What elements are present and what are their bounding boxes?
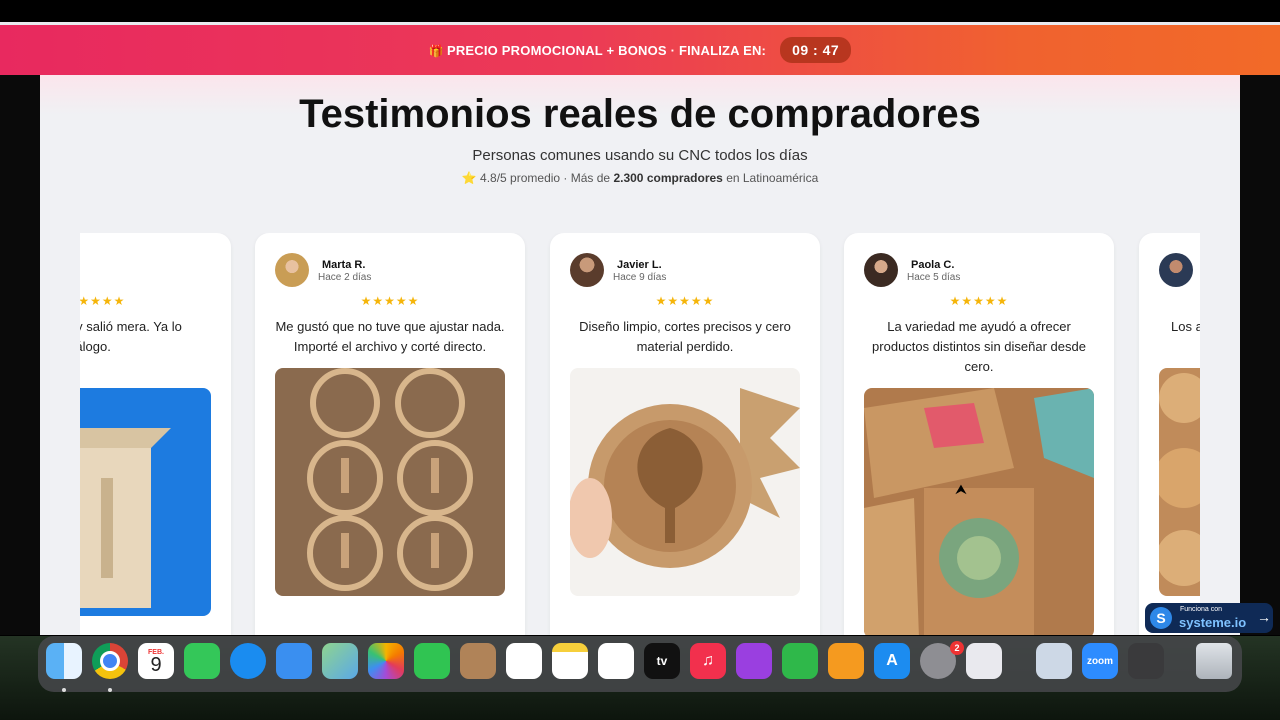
photos-icon[interactable]: [368, 643, 404, 679]
freeform-icon[interactable]: [598, 643, 634, 679]
review-time: Hace 5 días: [907, 272, 961, 283]
systeme-logo-icon: S: [1150, 607, 1172, 629]
trash-icon[interactable]: [1196, 643, 1232, 679]
running-indicator: [62, 688, 66, 692]
section-subtitle: Personas comunes usando su CNC todos los…: [472, 147, 808, 164]
messages-icon[interactable]: [184, 643, 220, 679]
avatar: [864, 253, 898, 287]
countdown-timer: 09 : 47: [780, 37, 852, 63]
testimonial-quote: Diseño limpio, cortes precisos y cero ma…: [579, 319, 791, 354]
reminders-icon[interactable]: [506, 643, 542, 679]
product-photo: [80, 388, 211, 616]
star-rating: ★★★★★: [949, 294, 1009, 308]
calendar-icon[interactable]: FEB. 9: [138, 643, 174, 679]
star-rating: ★★★★★: [655, 294, 715, 308]
running-indicator: [108, 688, 112, 692]
preview-icon[interactable]: [1036, 643, 1072, 679]
star-rating: ★★★★★: [80, 294, 126, 308]
testimonial-quote: La variedad me ayudó a ofrecer productos…: [872, 319, 1086, 374]
testimonial-card[interactable]: . ★★★★★ eño en MDF y salió mera. Ya lo s…: [80, 233, 231, 635]
contacts-icon[interactable]: [460, 643, 496, 679]
notification-badge: 2: [950, 641, 964, 655]
finder-icon[interactable]: [46, 643, 82, 679]
iphone-mirroring-icon[interactable]: [966, 643, 1002, 679]
star-rating: ★★★★★: [360, 294, 420, 308]
review-time: Hace 9 días: [613, 272, 667, 283]
product-photo: [570, 368, 800, 596]
avatar: [570, 253, 604, 287]
arrow-right-icon: →: [1257, 609, 1271, 625]
appletv-icon[interactable]: tv: [644, 643, 680, 679]
testimonial-card[interactable]: Los a l: [1139, 233, 1200, 635]
maps-icon[interactable]: [322, 643, 358, 679]
testimonial-quote: Los a l: [1171, 319, 1200, 334]
zoom-icon[interactable]: zoom: [1082, 643, 1118, 679]
testimonial-carousel[interactable]: . ★★★★★ eño en MDF y salió mera. Ya lo s…: [80, 233, 1200, 635]
testimonial-quote: Me gustó que no tuve que ajustar nada. I…: [275, 319, 505, 354]
reviewer-name: Marta R.: [322, 259, 366, 271]
star-icon: ⭐: [461, 171, 477, 185]
top-bar: [0, 0, 1280, 24]
numbers-icon[interactable]: [782, 643, 818, 679]
promo-label: PRECIO PROMOCIONAL + BONOS · FINALIZA EN…: [446, 42, 767, 58]
product-photo: [275, 368, 505, 596]
testimonial-card[interactable]: Paola C. Hace 5 días ★★★★★ La variedad m…: [844, 233, 1114, 635]
reviewer-name: Javier L.: [617, 259, 662, 271]
appstore-icon[interactable]: A: [874, 643, 910, 679]
music-icon[interactable]: ♫: [690, 643, 726, 679]
notes-icon[interactable]: [552, 643, 588, 679]
chrome-icon[interactable]: [92, 643, 128, 679]
promo-text: 🎁 PRECIO PROMOCIONAL + BONOS · FINALIZA E…: [429, 43, 766, 58]
podcasts-icon[interactable]: [736, 643, 772, 679]
mouse-cursor: ⮝: [955, 481, 967, 497]
calculator-icon[interactable]: [1128, 643, 1164, 679]
facetime-icon[interactable]: [414, 643, 450, 679]
section-title: Testimonios reales de compradores: [299, 92, 981, 136]
product-photo: [864, 388, 1094, 635]
pages-icon[interactable]: [828, 643, 864, 679]
gift-icon: 🎁: [428, 43, 444, 58]
review-time: Hace 2 días: [318, 272, 372, 283]
testimonial-card[interactable]: Javier L. Hace 9 días ★★★★★ Diseño limpi…: [550, 233, 820, 635]
reviewer-name: Paola C.: [911, 259, 955, 271]
left-gutter: [0, 75, 40, 635]
avatar: [275, 253, 309, 287]
testimonial-quote: eño en MDF y salió mera. Ya lo sumé a mi…: [80, 319, 182, 354]
right-gutter: [1240, 75, 1280, 635]
systeme-small-text: Funciona con: [1180, 606, 1223, 613]
rating-suffix: en Latinoamérica: [726, 171, 819, 185]
calendar-day: 9: [150, 653, 162, 676]
testimonials-section: Testimonios reales de compradores Person…: [40, 75, 1240, 635]
rating-count: 2.300 compradores: [613, 171, 723, 185]
avatar: [1159, 253, 1193, 287]
testimonial-card[interactable]: Marta R. Hace 2 días ★★★★★ Me gustó que …: [255, 233, 525, 635]
systeme-brand-text: systeme.io: [1179, 615, 1247, 630]
rating-summary: ⭐ 4.8/5 promedio · Más de 2.300 comprado…: [40, 171, 1240, 185]
mail-icon[interactable]: [276, 643, 312, 679]
promo-banner: 🎁 PRECIO PROMOCIONAL + BONOS · FINALIZA E…: [0, 25, 1280, 75]
product-photo: [1159, 368, 1200, 596]
safari-icon[interactable]: [230, 643, 266, 679]
rating-prefix: 4.8/5 promedio · Más de: [480, 171, 611, 185]
systeme-badge[interactable]: S Funciona con systeme.io →: [1145, 603, 1273, 633]
